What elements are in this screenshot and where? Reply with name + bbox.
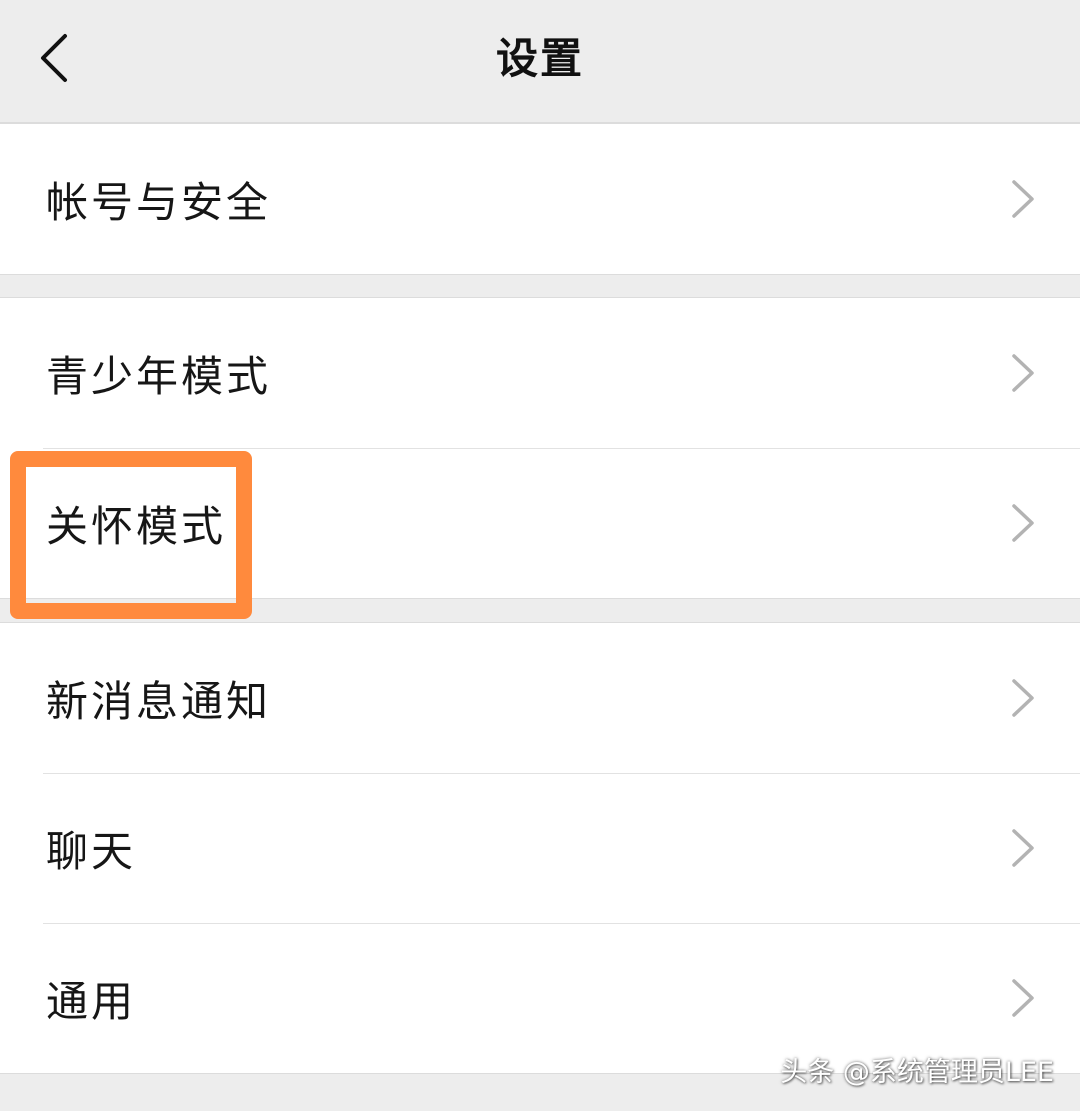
chevron-right-icon — [1012, 829, 1034, 867]
settings-group-general: 新消息通知 聊天 通用 — [0, 622, 1080, 1074]
settings-item-chat[interactable]: 聊天 — [0, 773, 1080, 923]
settings-item-label: 通用 — [46, 976, 137, 1026]
watermark: 头条 @系统管理员LEE — [780, 1057, 1054, 1088]
settings-item-label: 帐号与安全 — [46, 177, 272, 227]
chevron-right-icon — [1012, 679, 1034, 717]
settings-item-label: 聊天 — [46, 826, 137, 876]
settings-item-care-mode[interactable]: 关怀模式 — [0, 448, 1080, 598]
settings-item-label: 关怀模式 — [46, 501, 227, 551]
chevron-right-icon — [1012, 180, 1034, 218]
settings-item-teen-mode[interactable]: 青少年模式 — [0, 298, 1080, 448]
settings-item-label: 青少年模式 — [46, 351, 272, 401]
page-title: 设置 — [495, 34, 584, 83]
chevron-right-icon — [1012, 979, 1034, 1017]
settings-group-modes: 青少年模式 关怀模式 — [0, 297, 1080, 599]
settings-group-account: 帐号与安全 — [0, 123, 1080, 275]
settings-item-account-security[interactable]: 帐号与安全 — [0, 124, 1080, 274]
chevron-right-icon — [1012, 354, 1034, 392]
settings-item-notifications[interactable]: 新消息通知 — [0, 623, 1080, 773]
chevron-right-icon — [1012, 504, 1034, 542]
settings-item-label: 新消息通知 — [46, 676, 272, 726]
header-bar: 设置 — [0, 0, 1080, 123]
